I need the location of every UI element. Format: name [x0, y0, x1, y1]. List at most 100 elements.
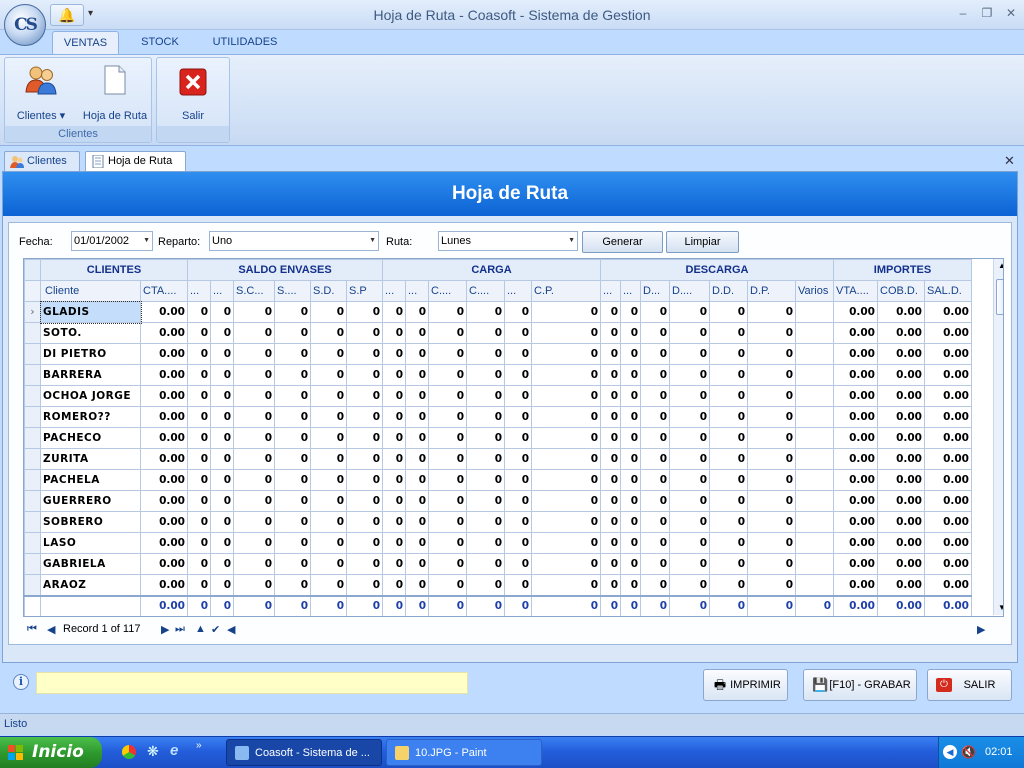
- table-cell[interactable]: 0: [466, 553, 505, 575]
- move-up-icon[interactable]: ▲: [195, 623, 206, 635]
- table-cell[interactable]: 0: [709, 385, 748, 407]
- table-cell[interactable]: 0: [428, 322, 467, 344]
- table-cell[interactable]: 0: [600, 532, 621, 554]
- volume-muted-icon[interactable]: 🔇: [961, 737, 976, 767]
- table-cell[interactable]: 0.00: [877, 553, 925, 575]
- table-cell[interactable]: 0: [709, 343, 748, 365]
- table-cell[interactable]: 0.00: [140, 427, 188, 449]
- column-header[interactable]: ...: [504, 280, 532, 302]
- table-cell[interactable]: 0.00: [877, 322, 925, 344]
- table-cell[interactable]: 0: [346, 553, 383, 575]
- table-cell[interactable]: 0: [210, 364, 234, 386]
- table-cell[interactable]: 0: [709, 448, 748, 470]
- table-cell[interactable]: 0: [233, 511, 275, 533]
- table-cell[interactable]: 0: [669, 427, 710, 449]
- table-cell[interactable]: 0.00: [924, 553, 972, 575]
- table-cell[interactable]: 0: [187, 343, 211, 365]
- table-cell[interactable]: 0.00: [924, 343, 972, 365]
- table-cell[interactable]: 0: [382, 469, 406, 491]
- tab-stock[interactable]: STOCK: [133, 31, 187, 54]
- table-cell[interactable]: [795, 553, 834, 575]
- table-cell[interactable]: 0: [310, 322, 347, 344]
- table-cell[interactable]: 0: [382, 532, 406, 554]
- save-record-icon[interactable]: ✔: [211, 623, 220, 636]
- table-cell[interactable]: 0.00: [140, 406, 188, 428]
- client-name-cell[interactable]: SOTO.: [40, 322, 141, 344]
- table-cell[interactable]: 0: [210, 322, 234, 344]
- table-cell[interactable]: 0.00: [140, 322, 188, 344]
- table-cell[interactable]: 0: [466, 490, 505, 512]
- table-cell[interactable]: 0: [210, 427, 234, 449]
- table-cell[interactable]: 0: [382, 511, 406, 533]
- table-row[interactable]: SOTO. 0.00 0 0 0 0 0 0 0 0 0 0 0 0 0 0 0 0 0 0 0.00 0.00 0.00: [24, 322, 972, 344]
- table-cell[interactable]: 0: [346, 322, 383, 344]
- table-cell[interactable]: 0: [382, 553, 406, 575]
- table-cell[interactable]: 0.00: [924, 511, 972, 533]
- table-cell[interactable]: 0: [640, 364, 670, 386]
- table-cell[interactable]: 0: [233, 406, 275, 428]
- table-cell[interactable]: 0: [274, 301, 311, 323]
- table-cell[interactable]: 0: [504, 385, 532, 407]
- table-cell[interactable]: 0: [310, 427, 347, 449]
- table-cell[interactable]: 0.00: [877, 427, 925, 449]
- imprimir-button[interactable]: 🖶 IMPRIMIR: [703, 669, 788, 701]
- table-cell[interactable]: 0: [382, 448, 406, 470]
- table-cell[interactable]: 0.00: [877, 490, 925, 512]
- row-selector[interactable]: ›: [24, 301, 41, 323]
- table-row[interactable]: ROMERO?? 0.00 0 0 0 0 0 0 0 0 0 0 0 0 0 0 0 0 0 0 0.00 0.00 0.…: [24, 406, 972, 428]
- table-cell[interactable]: 0: [669, 574, 710, 596]
- data-grid[interactable]: CLIENTES SALDO ENVASES CARGA DESCARGA IM…: [23, 258, 1004, 617]
- row-selector[interactable]: [24, 427, 41, 449]
- table-cell[interactable]: 0: [640, 574, 670, 596]
- limpiar-button[interactable]: Limpiar: [666, 231, 739, 253]
- table-cell[interactable]: 0: [274, 343, 311, 365]
- table-cell[interactable]: 0: [600, 448, 621, 470]
- table-cell[interactable]: 0: [346, 469, 383, 491]
- ruta-select[interactable]: Lunes ▼: [438, 231, 578, 251]
- table-cell[interactable]: 0: [187, 406, 211, 428]
- table-cell[interactable]: 0: [600, 553, 621, 575]
- table-row[interactable]: PACHECO 0.00 0 0 0 0 0 0 0 0 0 0 0 0 0 0 0 0 0 0 0.00 0.00 0.0…: [24, 427, 972, 449]
- table-cell[interactable]: 0: [310, 469, 347, 491]
- table-cell[interactable]: 0: [310, 553, 347, 575]
- table-cell[interactable]: 0: [709, 427, 748, 449]
- table-cell[interactable]: 0.00: [140, 448, 188, 470]
- table-cell[interactable]: 0: [709, 322, 748, 344]
- table-cell[interactable]: 0: [310, 343, 347, 365]
- table-cell[interactable]: 0: [310, 406, 347, 428]
- table-row[interactable]: OCHOA JORGE 0.00 0 0 0 0 0 0 0 0 0 0 0 0 0 0 0 0 0 0 0.00 0.0…: [24, 385, 972, 407]
- row-selector[interactable]: [24, 406, 41, 428]
- table-cell[interactable]: 0: [428, 469, 467, 491]
- table-cell[interactable]: 0: [405, 574, 429, 596]
- table-cell[interactable]: 0: [346, 406, 383, 428]
- table-cell[interactable]: 0.00: [877, 301, 925, 323]
- table-cell[interactable]: 0.00: [833, 532, 878, 554]
- table-cell[interactable]: 0.00: [877, 364, 925, 386]
- table-cell[interactable]: 0: [382, 385, 406, 407]
- next-record-icon[interactable]: ▶: [161, 623, 169, 636]
- table-cell[interactable]: 0: [531, 343, 601, 365]
- table-cell[interactable]: 0: [531, 322, 601, 344]
- table-cell[interactable]: 0: [233, 385, 275, 407]
- column-header[interactable]: Varios: [795, 280, 834, 302]
- table-cell[interactable]: 0: [531, 448, 601, 470]
- cancel-record-icon[interactable]: ◀: [227, 623, 235, 636]
- column-header[interactable]: ...: [620, 280, 641, 302]
- table-cell[interactable]: 0: [640, 532, 670, 554]
- restore-button[interactable]: ❐: [976, 4, 998, 22]
- first-record-icon[interactable]: ⏮: [27, 623, 37, 636]
- client-name-cell[interactable]: PACHECO: [40, 427, 141, 449]
- column-header[interactable]: ...: [210, 280, 234, 302]
- minimize-button[interactable]: –: [952, 4, 974, 22]
- table-cell[interactable]: 0: [210, 385, 234, 407]
- table-cell[interactable]: 0: [669, 532, 710, 554]
- table-cell[interactable]: 0: [669, 511, 710, 533]
- row-selector[interactable]: [24, 553, 41, 575]
- app-menu-button[interactable]: CS: [4, 4, 46, 46]
- table-cell[interactable]: 0: [531, 301, 601, 323]
- table-cell[interactable]: 0: [640, 469, 670, 491]
- scroll-up-icon[interactable]: ▲: [998, 261, 1003, 270]
- close-document-icon[interactable]: ✕: [1004, 153, 1015, 169]
- table-cell[interactable]: 0: [531, 364, 601, 386]
- table-cell[interactable]: 0.00: [833, 406, 878, 428]
